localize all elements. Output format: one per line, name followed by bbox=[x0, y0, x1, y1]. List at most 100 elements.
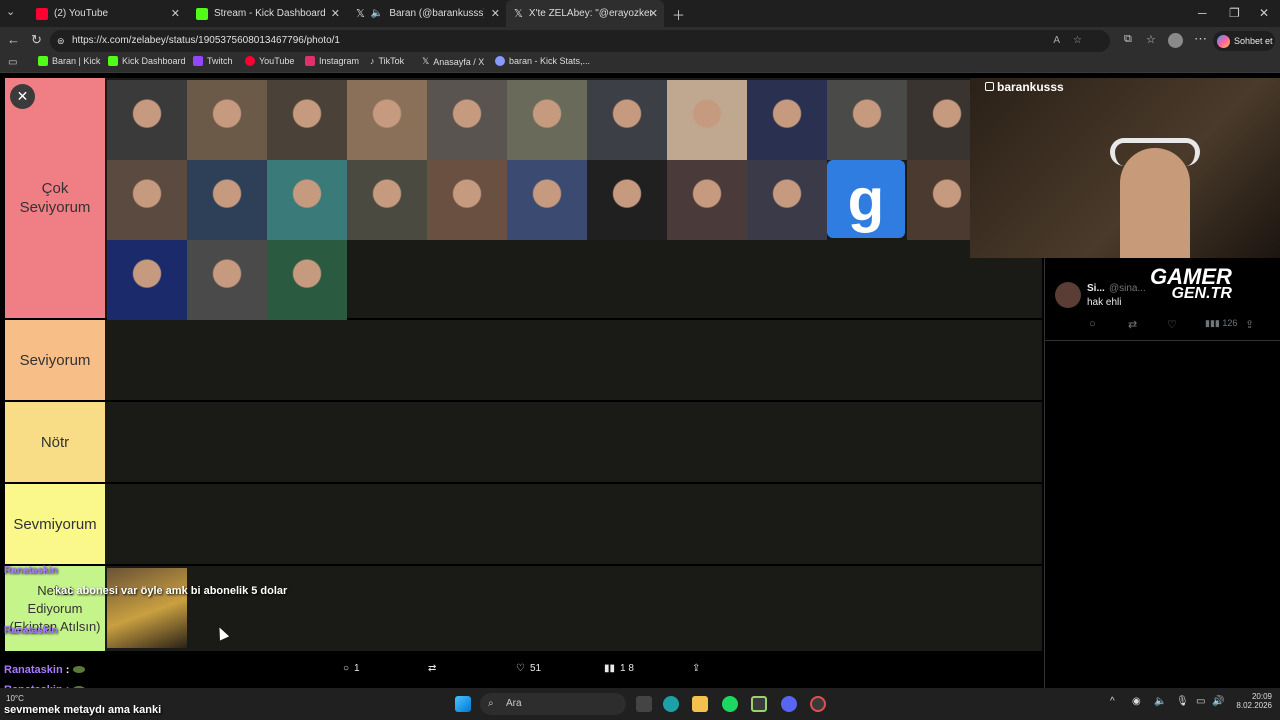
gaming-logo-thumbnail[interactable]: g bbox=[827, 160, 905, 238]
tier-item-thumbnail[interactable] bbox=[107, 80, 187, 160]
discord-icon[interactable] bbox=[781, 696, 797, 712]
bookmark-instagram[interactable]: Instagram bbox=[305, 56, 359, 66]
tab-label: X'te ZELAbey: "@erayozkenar Gen... bbox=[528, 8, 651, 19]
read-aloud-icon[interactable]: A bbox=[1053, 30, 1060, 52]
tier-item-thumbnail[interactable] bbox=[187, 160, 267, 240]
tier-item-thumbnail[interactable] bbox=[347, 160, 427, 240]
repost-button[interactable]: ⇄ bbox=[428, 663, 436, 674]
file-explorer-icon[interactable] bbox=[692, 696, 708, 712]
bookmark-x-home[interactable]: 𝕏 Anasayfa / X bbox=[422, 56, 484, 67]
bookmark-kick-dashboard[interactable]: Kick Dashboard bbox=[108, 56, 186, 66]
tier-item-thumbnail[interactable] bbox=[827, 80, 907, 160]
task-view-icon[interactable] bbox=[636, 696, 652, 712]
views-icon: ▮▮ bbox=[604, 663, 616, 674]
edge-browser-icon[interactable] bbox=[663, 696, 679, 712]
bookmark-twitch[interactable]: Twitch bbox=[193, 56, 233, 66]
avatar[interactable] bbox=[1055, 282, 1081, 308]
x-logo-icon: 𝕏 bbox=[514, 8, 523, 20]
tier-item-thumbnail[interactable] bbox=[507, 80, 587, 160]
search-placeholder: Ara bbox=[506, 698, 522, 709]
tier-item-thumbnail[interactable] bbox=[587, 80, 667, 160]
reply-name[interactable]: Si... bbox=[1087, 283, 1105, 294]
bookmark-baran-kick[interactable]: Baran | Kick bbox=[38, 56, 100, 66]
like-button[interactable]: ♡ 51 bbox=[516, 663, 541, 674]
bookmark-tiktok[interactable]: ♪ TikTok bbox=[370, 56, 404, 66]
tab-youtube[interactable]: (2) YouTube ✕ bbox=[28, 0, 186, 27]
close-tab-icon[interactable]: ✕ bbox=[649, 7, 658, 20]
new-tab-icon[interactable]: ＋ bbox=[672, 5, 685, 24]
url-field[interactable]: ⊜ https://x.com/zelabey/status/190537560… bbox=[50, 30, 1110, 52]
tier-item-thumbnail[interactable] bbox=[187, 240, 267, 320]
app-icon[interactable] bbox=[810, 696, 826, 712]
back-icon[interactable]: ← bbox=[7, 32, 20, 47]
tier-item-thumbnail[interactable] bbox=[267, 240, 347, 320]
search-icon: ⌕ bbox=[488, 698, 494, 709]
tier-item-thumbnail[interactable] bbox=[427, 160, 507, 240]
volume-icon[interactable]: 🔈 bbox=[1154, 696, 1166, 707]
tab-kick-dashboard[interactable]: Stream - Kick Dashboard ✕ bbox=[188, 0, 346, 27]
instagram-icon bbox=[985, 82, 994, 91]
tier-item-thumbnail[interactable] bbox=[107, 160, 187, 240]
reply-icon[interactable]: ○ bbox=[1089, 318, 1096, 330]
more-options-icon[interactable]: ⋯ bbox=[1194, 31, 1207, 47]
tier-item-thumbnail[interactable] bbox=[187, 80, 267, 160]
tier-item-thumbnail[interactable] bbox=[107, 568, 187, 648]
reply-icon: ○ bbox=[343, 663, 350, 674]
tab-zelabey-post[interactable]: 𝕏 X'te ZELAbey: "@erayozkenar Gen... ✕ bbox=[506, 0, 664, 27]
bookmark-label: Anasayfa / X bbox=[433, 56, 485, 67]
bookmarks-menu-icon[interactable]: ▭ bbox=[8, 57, 17, 68]
tier-row-cok-seviyorum: Çok Seviyorum g bbox=[5, 78, 1042, 320]
like-icon[interactable]: ♡ bbox=[1167, 318, 1177, 331]
minimize-icon[interactable]: ─ bbox=[1198, 6, 1207, 20]
app-icon[interactable] bbox=[751, 696, 767, 712]
reply-button[interactable]: ○ 1 bbox=[343, 663, 360, 674]
share-icon[interactable]: ⇪ bbox=[1245, 318, 1254, 331]
tier-item-thumbnail[interactable] bbox=[747, 160, 827, 240]
close-photo-button[interactable]: ✕ bbox=[10, 84, 35, 109]
divider bbox=[1045, 340, 1280, 341]
repost-icon[interactable]: ⇄ bbox=[1128, 318, 1137, 331]
bookmark-youtube[interactable]: YouTube bbox=[245, 56, 294, 66]
tier-item-thumbnail[interactable] bbox=[587, 160, 667, 240]
profile-avatar[interactable] bbox=[1168, 33, 1183, 48]
tab-menu-icon[interactable]: ⌄ bbox=[6, 5, 15, 18]
tab-baran-x[interactable]: 𝕏 🔈 Baran (@barankusss) adlı kullanıcı ✕ bbox=[348, 0, 506, 27]
microphone-icon[interactable]: 🎙 bbox=[1176, 696, 1189, 707]
close-tab-icon[interactable]: ✕ bbox=[171, 7, 180, 20]
tray-overflow-icon[interactable]: ^ bbox=[1110, 696, 1115, 707]
site-info-icon[interactable]: ⊜ bbox=[57, 30, 65, 52]
maximize-icon[interactable]: ❐ bbox=[1229, 6, 1240, 20]
spotify-icon[interactable] bbox=[722, 696, 738, 712]
tier-item-thumbnail[interactable] bbox=[347, 80, 427, 160]
favorite-star-icon[interactable]: ☆ bbox=[1073, 30, 1082, 52]
views-button[interactable]: ▮▮ 1 8 bbox=[604, 663, 634, 674]
tier-item-thumbnail[interactable] bbox=[667, 80, 747, 160]
views-counter[interactable]: ▮▮▮ 126 bbox=[1205, 318, 1237, 329]
speaker-icon: 🔈 bbox=[370, 8, 384, 19]
tab-bar: ⌄ (2) YouTube ✕ Stream - Kick Dashboard … bbox=[0, 0, 1280, 27]
share-button[interactable]: ⇪ bbox=[692, 663, 700, 674]
close-tab-icon[interactable]: ✕ bbox=[491, 7, 500, 20]
refresh-icon[interactable]: ↻ bbox=[31, 32, 42, 48]
speaker-icon[interactable]: 🔊 bbox=[1212, 696, 1224, 707]
tier-item-thumbnail[interactable] bbox=[747, 80, 827, 160]
tier-item-thumbnail[interactable] bbox=[107, 240, 187, 320]
start-windows-icon[interactable] bbox=[455, 696, 471, 712]
tier-item-thumbnail[interactable] bbox=[507, 160, 587, 240]
close-window-icon[interactable]: ✕ bbox=[1259, 6, 1269, 20]
tier-item-thumbnail[interactable] bbox=[427, 80, 507, 160]
discord-tray-icon[interactable]: ◉ bbox=[1132, 696, 1141, 707]
weather-widget[interactable]: 10°C bbox=[6, 694, 24, 703]
extensions-icon[interactable]: ⧉ bbox=[1124, 33, 1132, 46]
tier-item-thumbnail[interactable] bbox=[267, 160, 347, 240]
bookmark-kick-stats[interactable]: baran - Kick Stats,... bbox=[495, 56, 590, 66]
close-tab-icon[interactable]: ✕ bbox=[331, 7, 340, 20]
favorites-icon[interactable]: ☆ bbox=[1146, 33, 1156, 46]
tier-item-thumbnail[interactable] bbox=[667, 160, 747, 240]
copilot-chat-button[interactable]: Sohbet et bbox=[1213, 31, 1275, 51]
tier-item-thumbnail[interactable] bbox=[267, 80, 347, 160]
network-icon[interactable]: ▭ bbox=[1196, 696, 1205, 707]
taskbar-search[interactable]: ⌕ Ara bbox=[480, 693, 626, 715]
reply-handle[interactable]: @sina... bbox=[1109, 283, 1146, 294]
clock[interactable]: 20:09 8.02.2026 bbox=[1232, 692, 1272, 710]
